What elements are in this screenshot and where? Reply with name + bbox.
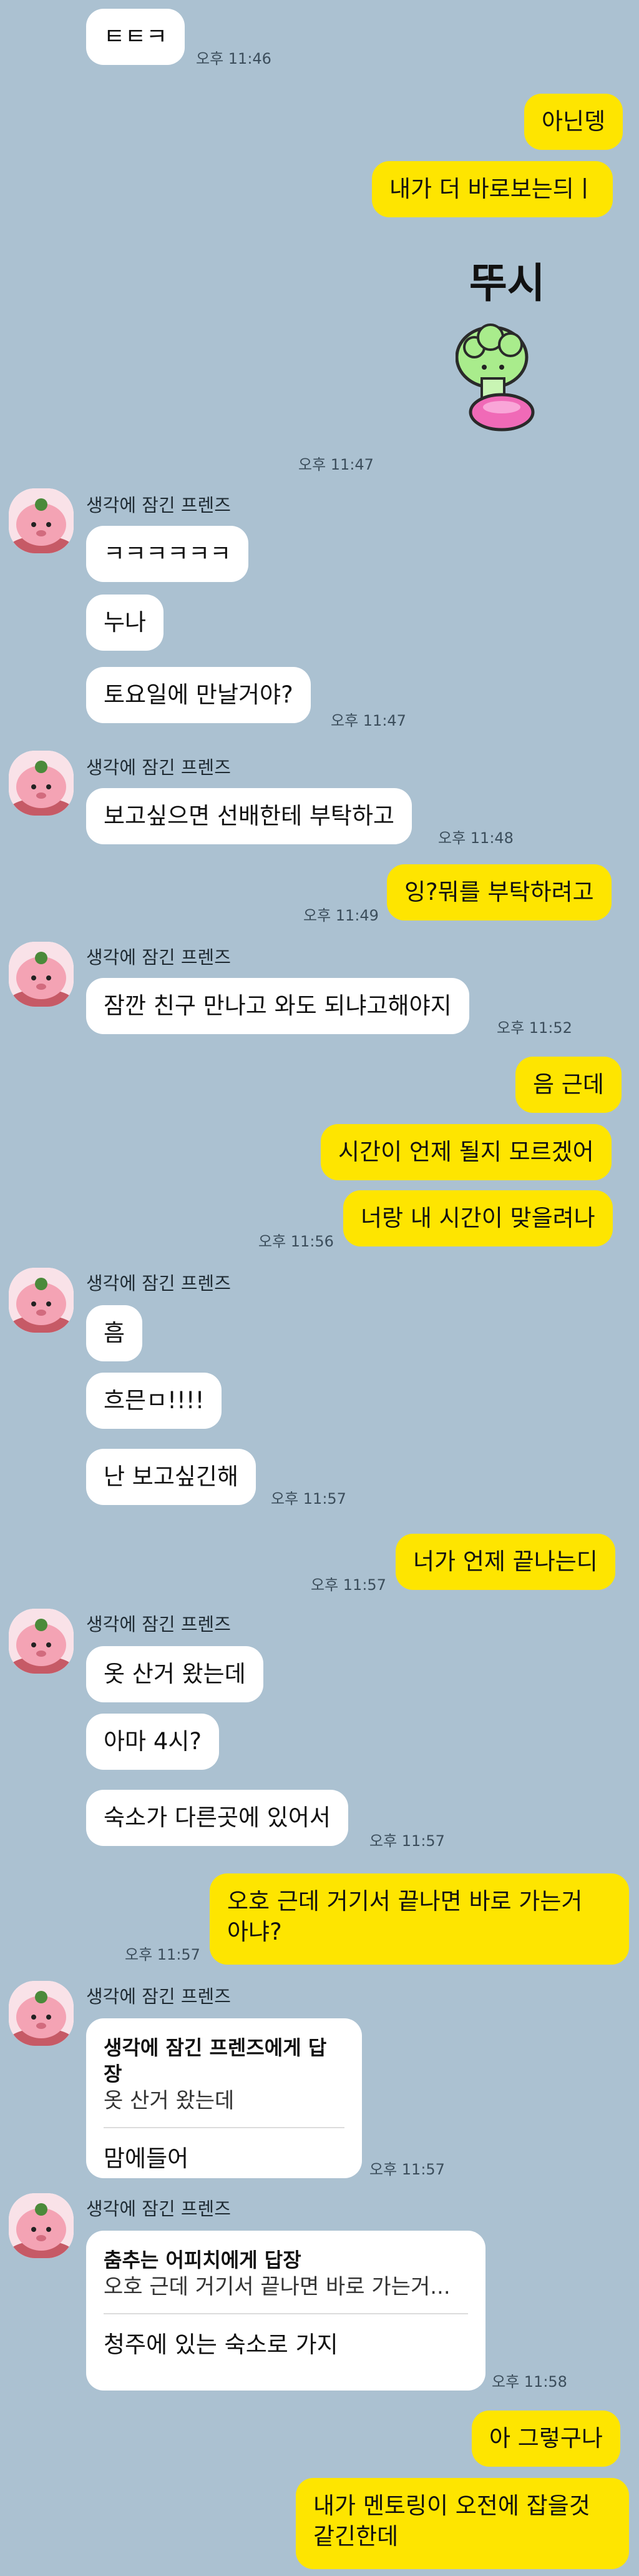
- message-bubble[interactable]: 난 보고싶긴해: [86, 1449, 256, 1505]
- reply-quote[interactable]: 옷 산거 왔는데: [104, 2087, 344, 2115]
- sender-name: 생각에 잠긴 프렌즈: [86, 757, 231, 778]
- message-time: 오후 11:58: [492, 2373, 567, 2391]
- reply-label: 생각에 잠긴 프렌즈에게 답장: [104, 2036, 327, 2086]
- reply-quote[interactable]: 오호 근데 거기서 끝나면 바로 가는거...: [104, 2273, 468, 2301]
- message-bubble[interactable]: 너랑 내 시간이 맞을려나: [343, 1190, 613, 1246]
- broccoli-sticker[interactable]: [455, 318, 549, 437]
- sender-name: 생각에 잠긴 프렌즈: [86, 2198, 231, 2219]
- message-bubble[interactable]: 보고싶으면 선배한테 부탁하고: [86, 788, 412, 844]
- message-time: 오후 11:57: [311, 1576, 386, 1594]
- message-bubble[interactable]: 흐믄ㅁ!!!!: [86, 1373, 222, 1429]
- message-bubble[interactable]: 옷 산거 왔는데: [86, 1646, 263, 1702]
- sticker-text: 뚜시: [469, 259, 545, 307]
- sender-name: 생각에 잠긴 프렌즈: [86, 495, 231, 516]
- reply-text: 맘에들어: [104, 2145, 189, 2172]
- message-time: 오후 11:47: [331, 712, 406, 729]
- reply-text: 청주에 있는 숙소로 가지: [104, 2331, 338, 2358]
- message-bubble[interactable]: 아닌뎅: [524, 94, 623, 150]
- message-time: 오후 11:57: [369, 1832, 445, 1850]
- message-time: 오후 11:48: [438, 829, 514, 847]
- avatar[interactable]: [9, 1981, 74, 2046]
- message-text-line: 내가 멘토링이 오전에 잡을것: [313, 2492, 590, 2519]
- message-bubble[interactable]: 흠: [86, 1305, 143, 1361]
- message-text-line: 오호 근데 거기서 끝나면 바로 가는거: [227, 1888, 583, 1915]
- sender-name: 생각에 잠긴 프렌즈: [86, 1986, 231, 2007]
- message-time: 오후 11:46: [196, 50, 271, 67]
- message-bubble[interactable]: 시간이 언제 될지 모르겠어: [321, 1124, 612, 1180]
- message-bubble[interactable]: 음 근데: [515, 1057, 622, 1113]
- message-bubble[interactable]: 내가 멘토링이 오전에 잡을것 같긴한데: [296, 2478, 629, 2569]
- avatar[interactable]: [9, 2193, 74, 2258]
- avatar[interactable]: [9, 1609, 74, 1674]
- sender-name: 생각에 잠긴 프렌즈: [86, 1273, 231, 1294]
- message-bubble[interactable]: 잉?뭐를 부탁하려고: [387, 864, 612, 920]
- message-bubble[interactable]: 토요일에 만날거야?: [86, 667, 311, 723]
- reply-divider: [104, 2313, 468, 2314]
- reply-bubble[interactable]: 춤추는 어피치에게 답장 오호 근데 거기서 끝나면 바로 가는거... 청주에…: [86, 2231, 485, 2391]
- message-time: 오후 11:49: [303, 907, 379, 924]
- message-time: 오후 11:57: [125, 1946, 200, 1963]
- message-bubble[interactable]: 아 그렇구나: [472, 2411, 620, 2467]
- message-time: 오후 11:57: [369, 2161, 445, 2178]
- message-time: 오후 11:57: [271, 1490, 346, 1508]
- message-bubble[interactable]: ㅋㅋㅋㅋㅋㅋ: [86, 526, 249, 582]
- message-text-line: 아냐?: [227, 1918, 282, 1945]
- message-bubble[interactable]: 아마 4시?: [86, 1714, 220, 1770]
- message-time: 오후 11:56: [258, 1233, 334, 1250]
- message-time: 오후 11:52: [497, 1019, 572, 1037]
- avatar[interactable]: [9, 751, 74, 816]
- sender-name: 생각에 잠긴 프렌즈: [86, 947, 231, 968]
- message-bubble[interactable]: 잠깐 친구 만나고 와도 되냐고해야지: [86, 978, 469, 1034]
- reply-bubble[interactable]: 생각에 잠긴 프렌즈에게 답장 옷 산거 왔는데 맘에들어: [86, 2018, 362, 2178]
- message-text-line: 같긴한데: [313, 2523, 399, 2550]
- message-time: 오후 11:47: [298, 456, 374, 473]
- message-bubble[interactable]: 너가 언제 끝나는디: [396, 1534, 615, 1590]
- avatar[interactable]: [9, 488, 74, 553]
- message-bubble[interactable]: 누나: [86, 595, 164, 651]
- message-bubble[interactable]: 오호 근데 거기서 끝나면 바로 가는거 아냐?: [210, 1873, 629, 1965]
- message-bubble[interactable]: 숙소가 다른곳에 있어서: [86, 1790, 348, 1846]
- avatar[interactable]: [9, 942, 74, 1007]
- reply-divider: [104, 2127, 344, 2128]
- avatar[interactable]: [9, 1268, 74, 1333]
- message-bubble[interactable]: 내가 더 바로보는듸ㅣ: [372, 161, 613, 217]
- sender-name: 생각에 잠긴 프렌즈: [86, 1614, 231, 1635]
- message-bubble[interactable]: ㅌㅌㅋ: [86, 9, 185, 65]
- reply-label: 춤추는 어피치에게 답장: [104, 2248, 301, 2272]
